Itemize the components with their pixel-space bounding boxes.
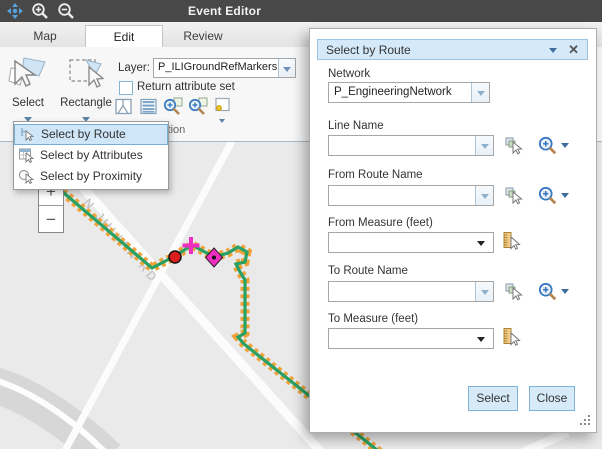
menu-item-label: Select by Route — [41, 127, 126, 141]
from-route-name-combobox[interactable] — [328, 185, 494, 206]
from-route-zoom-caret-icon[interactable] — [561, 193, 569, 198]
to-measure-caret-icon[interactable] — [477, 337, 485, 342]
select-button[interactable]: Select — [468, 386, 518, 411]
to-route-name-combobox[interactable] — [328, 281, 494, 302]
menu-item-select-by-route[interactable]: Select by Route — [14, 124, 168, 145]
tab-edit[interactable]: Edit — [85, 25, 163, 49]
layer-combobox-value: P_ILIGroundRefMarkers — [158, 61, 277, 73]
from-measure-cross-marker[interactable] — [183, 237, 200, 254]
line-name-combobox[interactable] — [328, 135, 494, 156]
select-tool-menu: Select by Route Select by Attributes Sel… — [13, 121, 169, 190]
from-measure-combobox[interactable] — [328, 232, 494, 253]
zoom-out-icon[interactable] — [57, 2, 75, 20]
network-dropdown-button[interactable] — [471, 83, 489, 102]
selection-options-icon[interactable] — [212, 97, 232, 117]
panel-collapse-caret-icon[interactable] — [549, 48, 557, 53]
from-measure-pick-icon[interactable] — [502, 231, 522, 251]
line-name-label: Line Name — [328, 120, 384, 132]
layer-combobox-dropdown-button[interactable] — [278, 59, 295, 77]
rectangle-tool-icon — [65, 55, 107, 91]
to-route-zoom-icon[interactable] — [538, 282, 558, 302]
app-title: Event Editor — [188, 4, 261, 18]
titlebar: Event Editor — [0, 0, 602, 22]
select-by-proximity-icon — [18, 168, 34, 184]
panel-close-icon[interactable]: ✕ — [568, 42, 579, 58]
diamond-center-dot — [212, 256, 216, 260]
tab-map[interactable]: Map — [5, 25, 85, 47]
line-name-zoom-caret-icon[interactable] — [561, 143, 569, 148]
return-attribute-set-checkbox[interactable] — [119, 81, 133, 95]
line-name-dropdown-button[interactable] — [475, 136, 493, 155]
menu-item-select-by-attributes[interactable]: Select by Attributes — [14, 145, 168, 166]
pan-tool-icon[interactable] — [6, 2, 24, 20]
road-sliver — [518, 432, 568, 449]
to-route-zoom-caret-icon[interactable] — [561, 289, 569, 294]
selection-options-caret-icon[interactable] — [219, 119, 225, 123]
event-editor-window: N JULIAN RD + − — [0, 0, 602, 449]
menu-item-select-by-proximity[interactable]: Select by Proximity — [14, 166, 168, 187]
from-route-select-on-map-icon[interactable] — [504, 185, 524, 205]
to-measure-combobox[interactable] — [328, 328, 494, 349]
menu-item-label: Select by Proximity — [40, 169, 142, 183]
line-name-zoom-icon[interactable] — [538, 136, 558, 156]
zoom-out-button[interactable]: − — [39, 206, 63, 233]
to-route-name-label: To Route Name — [328, 265, 408, 277]
panel-titlebar[interactable]: Select by Route ✕ — [317, 39, 588, 60]
select-by-route-panel: Select by Route ✕ Network P_EngineeringN… — [309, 28, 597, 433]
zoom-in-icon[interactable] — [31, 2, 49, 20]
select-tool-button[interactable]: Select — [0, 49, 56, 121]
panel-resize-grip[interactable] — [580, 415, 592, 427]
from-route-name-dropdown-button[interactable] — [475, 186, 493, 205]
clip-shape-icon[interactable] — [114, 97, 134, 117]
from-route-zoom-icon[interactable] — [538, 186, 558, 206]
network-value: P_EngineeringNetwork — [334, 86, 452, 98]
panel-title: Select by Route — [326, 43, 411, 57]
rectangle-tool-label: Rectangle — [56, 97, 116, 109]
attributes-list-icon[interactable] — [139, 97, 159, 117]
layer-label: Layer: — [118, 62, 150, 74]
close-button[interactable]: Close — [529, 386, 575, 411]
select-tool-label: Select — [0, 97, 56, 109]
to-measure-pick-icon[interactable] — [502, 327, 522, 347]
line-name-select-on-map-icon[interactable] — [504, 135, 524, 155]
to-measure-label: To Measure (feet) — [328, 313, 418, 325]
to-route-name-dropdown-button[interactable] — [475, 282, 493, 301]
from-measure-caret-icon[interactable] — [477, 241, 485, 246]
layer-combobox[interactable]: P_ILIGroundRefMarkers — [153, 58, 296, 78]
select-by-route-icon — [19, 126, 35, 142]
from-measure-label: From Measure (feet) — [328, 217, 433, 229]
select-by-attributes-icon — [18, 147, 34, 163]
zoom-to-selected-icon[interactable] — [163, 97, 183, 117]
network-label: Network — [328, 68, 370, 80]
network-combobox[interactable]: P_EngineeringNetwork — [328, 82, 490, 103]
rectangle-tool-button[interactable]: Rectangle — [56, 49, 116, 121]
menu-item-label: Select by Attributes — [40, 148, 143, 162]
to-route-select-on-map-icon[interactable] — [504, 281, 524, 301]
select-tool-icon — [7, 55, 49, 91]
red-point-marker[interactable] — [169, 251, 181, 263]
from-route-name-label: From Route Name — [328, 169, 423, 181]
zoom-to-next-selected-icon[interactable] — [188, 97, 208, 117]
tab-review[interactable]: Review — [162, 25, 244, 47]
return-attribute-set-label: Return attribute set — [137, 81, 235, 93]
